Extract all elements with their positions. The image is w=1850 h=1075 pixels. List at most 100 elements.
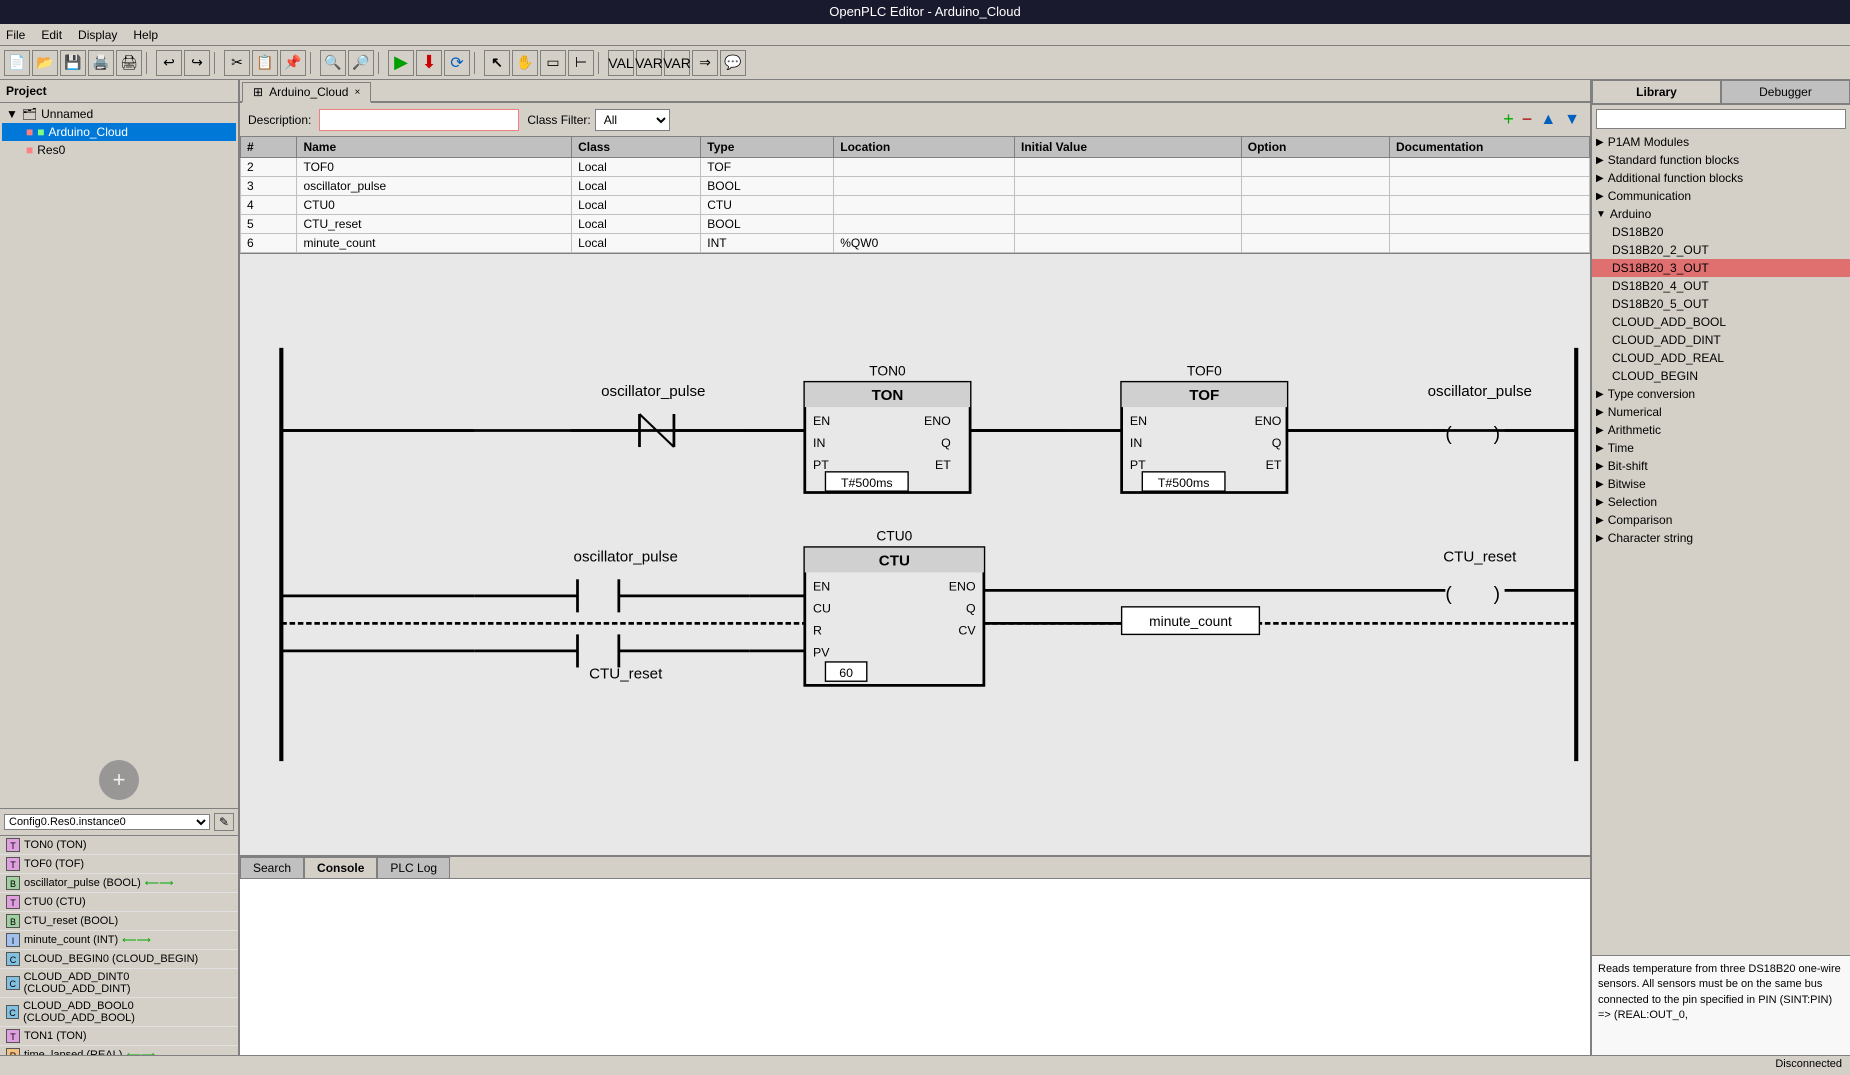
select-button[interactable]: ↖ xyxy=(484,50,510,76)
undo-button[interactable]: ↩ xyxy=(156,50,182,76)
debugger-tab[interactable]: Debugger xyxy=(1721,80,1850,104)
cell-initial[interactable] xyxy=(1015,196,1242,215)
run-button[interactable]: ▶ xyxy=(388,50,414,76)
lib-item-ds18b20[interactable]: DS18B20 xyxy=(1592,223,1850,241)
lib-group-time[interactable]: ▶ Time xyxy=(1592,439,1850,457)
add-connection-button[interactable]: ⇒ xyxy=(692,50,718,76)
lib-item-cloud-begin[interactable]: CLOUD_BEGIN xyxy=(1592,367,1850,385)
cell-class[interactable]: Local xyxy=(572,196,701,215)
cell-location[interactable] xyxy=(834,177,1015,196)
cell-name[interactable]: TOF0 xyxy=(297,158,572,177)
contact-button[interactable]: ⊢ xyxy=(568,50,594,76)
var-item-cloud-bool[interactable]: C CLOUD_ADD_BOOL0 (CLOUD_ADD_BOOL) xyxy=(0,998,238,1027)
cell-doc[interactable] xyxy=(1390,234,1590,253)
var-item-cloud-dint[interactable]: C CLOUD_ADD_DINT0 (CLOUD_ADD_DINT) xyxy=(0,969,238,998)
table-row[interactable]: 5 CTU_reset Local BOOL xyxy=(241,215,1590,234)
lib-group-bitshift[interactable]: ▶ Bit-shift xyxy=(1592,457,1850,475)
cell-option[interactable] xyxy=(1241,196,1389,215)
lib-group-arithmetic[interactable]: ▶ Arithmetic xyxy=(1592,421,1850,439)
cell-doc[interactable] xyxy=(1390,196,1590,215)
cell-doc[interactable] xyxy=(1390,158,1590,177)
tree-root[interactable]: ▼ 🗂 Unnamed xyxy=(2,105,236,123)
cell-type[interactable]: CTU xyxy=(701,196,834,215)
cell-location[interactable] xyxy=(834,158,1015,177)
menu-file[interactable]: File xyxy=(6,28,25,42)
open-button[interactable]: 📂 xyxy=(32,50,58,76)
search-tab[interactable]: Search xyxy=(240,857,304,878)
cell-location[interactable] xyxy=(834,196,1015,215)
lib-item-cloud-dint[interactable]: CLOUD_ADD_DINT xyxy=(1592,331,1850,349)
lib-group-arduino[interactable]: ▼ Arduino xyxy=(1592,205,1850,223)
cut-button[interactable]: ✂ xyxy=(224,50,250,76)
cell-option[interactable] xyxy=(1241,215,1389,234)
class-filter-select[interactable]: All Local Input Output External xyxy=(595,109,670,131)
table-row[interactable]: 4 CTU0 Local CTU xyxy=(241,196,1590,215)
new-button[interactable]: 📄 xyxy=(4,50,30,76)
ladder-diagram-area[interactable]: oscillator_pulse TON0 TON EN ENO IN xyxy=(240,254,1590,855)
lib-group-comm[interactable]: ▶ Communication xyxy=(1592,187,1850,205)
zoom-out-button[interactable]: 🔎 xyxy=(348,50,374,76)
cell-option[interactable] xyxy=(1241,158,1389,177)
cell-type[interactable]: BOOL xyxy=(701,177,834,196)
print-button[interactable]: 🖨 xyxy=(116,50,142,76)
paste-button[interactable]: 📌 xyxy=(280,50,306,76)
lib-group-selection[interactable]: ▶ Selection xyxy=(1592,493,1850,511)
save-as-button[interactable]: 🖨️ xyxy=(88,50,114,76)
cell-name[interactable]: oscillator_pulse xyxy=(297,177,572,196)
add-element-button[interactable]: + xyxy=(99,760,139,800)
cell-doc[interactable] xyxy=(1390,215,1590,234)
var-item-tof0[interactable]: T TOF0 (TOF) xyxy=(0,855,238,874)
redo-button[interactable]: ↪ xyxy=(184,50,210,76)
lib-group-std-fb[interactable]: ▶ Standard function blocks xyxy=(1592,151,1850,169)
var-item-minute[interactable]: I minute_count (INT) ⟵⟶ xyxy=(0,931,238,950)
description-input[interactable] xyxy=(319,109,519,131)
var-item-ton1[interactable]: T TON1 (TON) xyxy=(0,1027,238,1046)
lib-group-numerical[interactable]: ▶ Numerical xyxy=(1592,403,1850,421)
lib-group-bitwise[interactable]: ▶ Bitwise xyxy=(1592,475,1850,493)
table-row[interactable]: 3 oscillator_pulse Local BOOL xyxy=(241,177,1590,196)
coil-button[interactable]: ▭ xyxy=(540,50,566,76)
cell-class[interactable]: Local xyxy=(572,215,701,234)
cell-location[interactable] xyxy=(834,215,1015,234)
move-down-button[interactable]: ▼ xyxy=(1562,107,1582,132)
var-item-time-lapsed[interactable]: R time_lapsed (REAL) ⟵⟶ xyxy=(0,1046,238,1055)
lib-item-ds18b20-4[interactable]: DS18B20_4_OUT xyxy=(1592,277,1850,295)
move-up-button[interactable]: ▲ xyxy=(1538,107,1558,132)
var-item-osc[interactable]: B oscillator_pulse (BOOL) ⟵⟶ xyxy=(0,874,238,893)
cell-name[interactable]: CTU_reset xyxy=(297,215,572,234)
copy-button[interactable]: 📋 xyxy=(252,50,278,76)
menu-display[interactable]: Display xyxy=(78,28,117,42)
var-item-cloud-begin[interactable]: C CLOUD_BEGIN0 (CLOUD_BEGIN) xyxy=(0,950,238,969)
remove-var-button[interactable]: − xyxy=(1520,107,1535,132)
add-var-button[interactable]: VAL xyxy=(608,50,634,76)
cell-class[interactable]: Local xyxy=(572,158,701,177)
table-row[interactable]: 6 minute_count Local INT %QW0 xyxy=(241,234,1590,253)
cell-class[interactable]: Local xyxy=(572,234,701,253)
cell-name[interactable]: CTU0 xyxy=(297,196,572,215)
lib-item-cloud-real[interactable]: CLOUD_ADD_REAL xyxy=(1592,349,1850,367)
cell-initial[interactable] xyxy=(1015,215,1242,234)
var-item-ton0[interactable]: T TON0 (TON) xyxy=(0,836,238,855)
lib-group-type-conv[interactable]: ▶ Type conversion xyxy=(1592,385,1850,403)
cell-type[interactable]: INT xyxy=(701,234,834,253)
menu-help[interactable]: Help xyxy=(133,28,158,42)
plc-log-tab[interactable]: PLC Log xyxy=(377,857,450,878)
cell-type[interactable]: BOOL xyxy=(701,215,834,234)
cell-initial[interactable] xyxy=(1015,158,1242,177)
save-button[interactable]: 💾 xyxy=(60,50,86,76)
arduino-cloud-tab[interactable]: ⊞ Arduino_Cloud × xyxy=(242,82,371,103)
cell-option[interactable] xyxy=(1241,177,1389,196)
tab-close-button[interactable]: × xyxy=(354,87,360,98)
var-item-ctu-reset[interactable]: B CTU_reset (BOOL) xyxy=(0,912,238,931)
pan-button[interactable]: ✋ xyxy=(512,50,538,76)
lib-item-ds18b20-5[interactable]: DS18B20_5_OUT xyxy=(1592,295,1850,313)
add-jump-button[interactable]: VAR xyxy=(664,50,690,76)
lib-group-char-string[interactable]: ▶ Character string xyxy=(1592,529,1850,547)
cell-option[interactable] xyxy=(1241,234,1389,253)
zoom-in-button[interactable]: 🔍 xyxy=(320,50,346,76)
add-fb-button[interactable]: VAR xyxy=(636,50,662,76)
cell-name[interactable]: minute_count xyxy=(297,234,572,253)
cell-location[interactable]: %QW0 xyxy=(834,234,1015,253)
lib-group-add-fb[interactable]: ▶ Additional function blocks xyxy=(1592,169,1850,187)
library-tab[interactable]: Library xyxy=(1592,80,1721,104)
